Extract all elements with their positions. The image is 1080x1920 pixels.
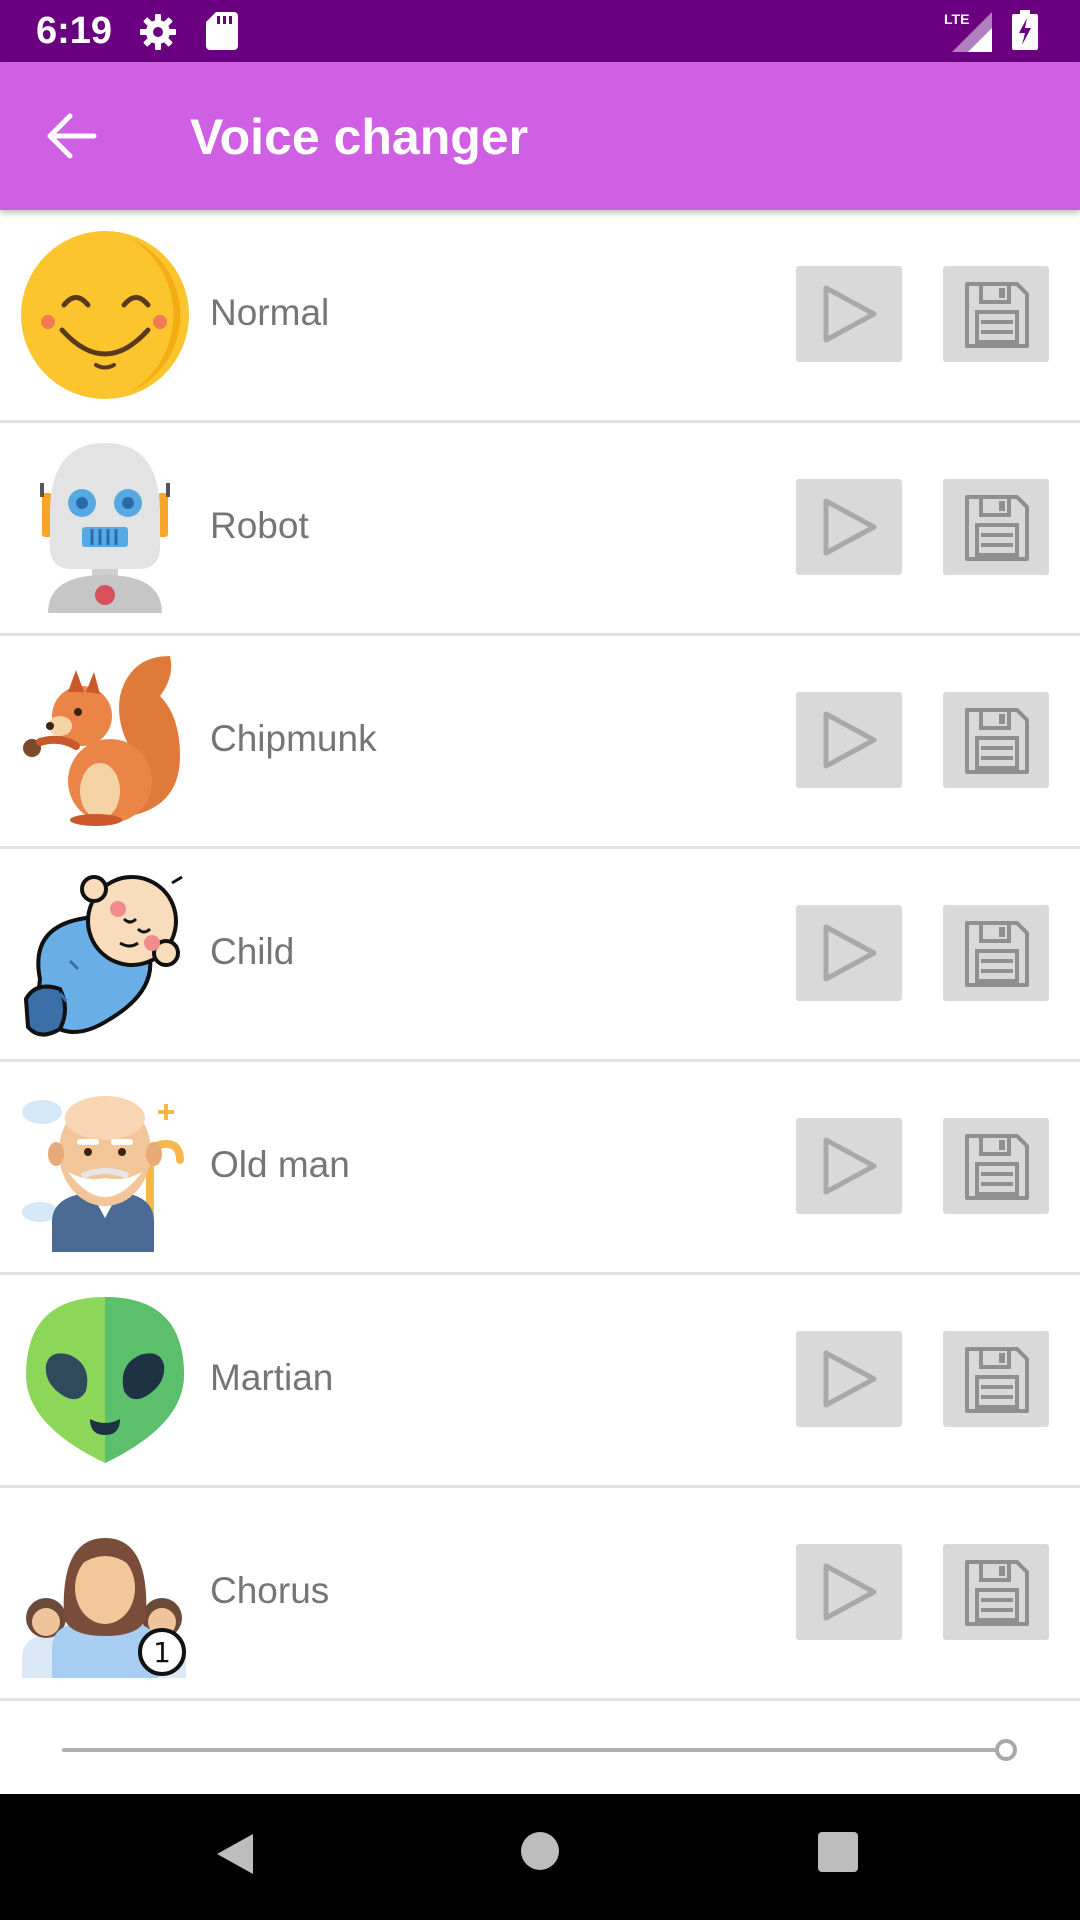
save-button[interactable]	[943, 905, 1049, 1001]
voice-row-martian: Martian	[0, 1275, 1080, 1488]
svg-text:LTE: LTE	[944, 11, 969, 27]
voice-list: Normal Robot Chipmunk Child Old man Mart…	[0, 210, 1080, 1701]
arrow-back-icon[interactable]	[44, 112, 100, 160]
progress-fill	[62, 1748, 1002, 1752]
old-man-icon	[20, 1082, 190, 1256]
voice-row-chipmunk: Chipmunk	[0, 636, 1080, 849]
play-icon	[823, 1350, 877, 1408]
baby-icon	[20, 869, 190, 1039]
voice-row-chorus: 1 Chorus	[0, 1488, 1080, 1701]
robot-icon	[20, 443, 190, 613]
alien-icon	[20, 1295, 190, 1465]
voice-row-child: Child	[0, 849, 1080, 1062]
progress-track[interactable]	[62, 1748, 1002, 1752]
squirrel-icon	[20, 656, 190, 826]
nav-recents-icon[interactable]	[818, 1832, 858, 1872]
battery-charging-icon	[1012, 10, 1038, 55]
voice-label: Child	[210, 931, 295, 972]
save-button[interactable]	[943, 1118, 1049, 1214]
voice-row-robot: Robot	[0, 423, 1080, 636]
play-icon	[823, 711, 877, 769]
settings-icon	[138, 12, 178, 57]
voice-row-normal: Normal	[0, 210, 1080, 423]
svg-text:1: 1	[153, 1636, 171, 1669]
sd-card-icon	[206, 12, 238, 55]
save-button[interactable]	[943, 479, 1049, 575]
playback-progress	[0, 1701, 1080, 1794]
play-button[interactable]	[796, 692, 902, 788]
floppy-disk-icon	[965, 1347, 1029, 1413]
voice-label: Old man	[210, 1144, 350, 1185]
nav-home-icon[interactable]	[521, 1832, 559, 1870]
floppy-disk-icon	[965, 1560, 1029, 1626]
nav-back-icon[interactable]	[215, 1832, 255, 1881]
save-button[interactable]	[943, 692, 1049, 788]
floppy-disk-icon	[965, 921, 1029, 987]
play-icon	[823, 1137, 877, 1195]
play-button[interactable]	[796, 1118, 902, 1214]
lte-signal-icon: LTE	[944, 10, 994, 57]
system-nav-bar	[0, 1794, 1080, 1920]
voice-label: Chorus	[210, 1570, 330, 1611]
voice-label: Robot	[210, 505, 309, 546]
smiley-face-icon	[20, 230, 190, 400]
play-button[interactable]	[796, 1331, 902, 1427]
play-icon	[823, 1563, 877, 1621]
page-title: Voice changer	[190, 109, 529, 165]
status-bar: 6:19 LTE	[0, 0, 1080, 62]
status-time: 6:19	[36, 10, 113, 52]
floppy-disk-icon	[965, 282, 1029, 348]
voice-row-old-man: Old man	[0, 1062, 1080, 1275]
progress-thumb[interactable]	[995, 1739, 1017, 1761]
chorus-group-icon: 1	[20, 1508, 190, 1678]
app-bar: Voice changer	[0, 62, 1080, 210]
floppy-disk-icon	[965, 708, 1029, 774]
play-icon	[823, 498, 877, 556]
save-button[interactable]	[943, 266, 1049, 362]
floppy-disk-icon	[965, 495, 1029, 561]
play-icon	[823, 924, 877, 982]
play-icon	[823, 285, 877, 343]
play-button[interactable]	[796, 905, 902, 1001]
voice-label: Normal	[210, 292, 330, 333]
save-button[interactable]	[943, 1544, 1049, 1640]
voice-label: Martian	[210, 1357, 334, 1398]
save-button[interactable]	[943, 1331, 1049, 1427]
voice-label: Chipmunk	[210, 718, 377, 759]
play-button[interactable]	[796, 479, 902, 575]
floppy-disk-icon	[965, 1134, 1029, 1200]
play-button[interactable]	[796, 266, 902, 362]
play-button[interactable]	[796, 1544, 902, 1640]
